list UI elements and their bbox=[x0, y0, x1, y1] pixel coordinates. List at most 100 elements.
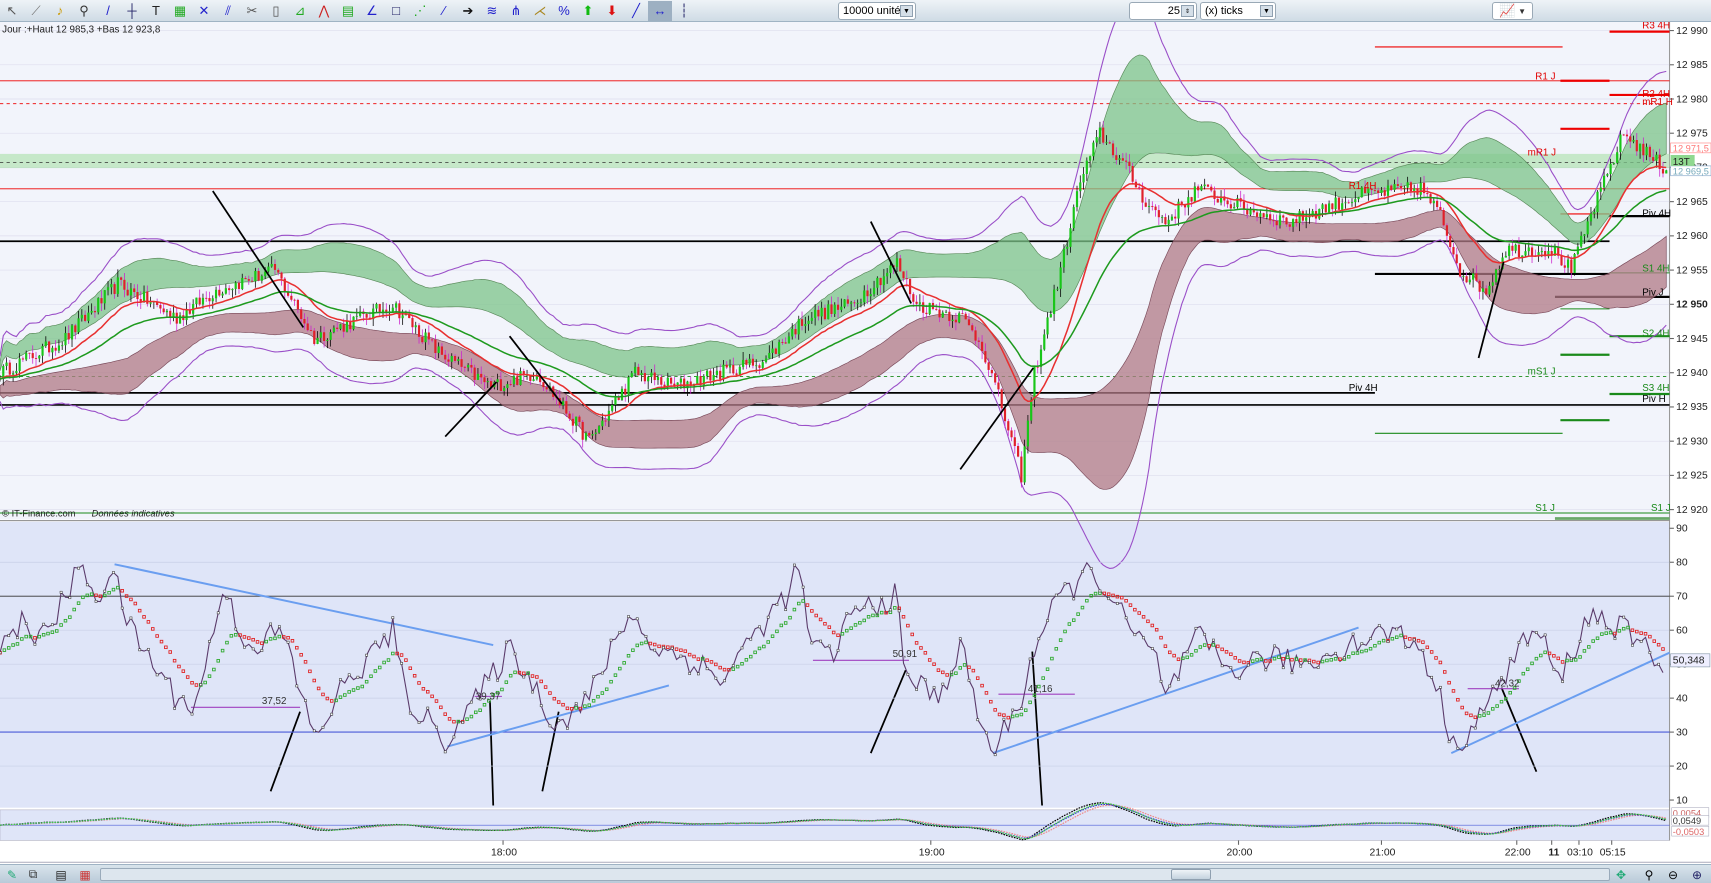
candle-body bbox=[1200, 186, 1203, 191]
candle-body bbox=[1016, 446, 1020, 457]
price-tick-label: 12 920 bbox=[1676, 505, 1708, 516]
candle-body bbox=[365, 314, 368, 318]
fibo-retracement-icon[interactable]: ⊿ bbox=[288, 1, 312, 21]
trash-icon[interactable]: ▯ bbox=[264, 1, 288, 21]
pitchfork-icon[interactable]: ⋔ bbox=[504, 1, 528, 21]
chevron-down-icon[interactable]: ▼ bbox=[1260, 5, 1273, 17]
ruler-icon[interactable]: ⟋ bbox=[24, 1, 48, 21]
candle-body bbox=[1075, 191, 1079, 208]
rsi-point bbox=[609, 638, 613, 642]
rsi-point bbox=[714, 676, 718, 680]
grid-icon[interactable]: ▦ bbox=[76, 867, 94, 882]
rsi-point bbox=[0, 651, 2, 655]
zoom-auto-icon[interactable]: ⚲ bbox=[1640, 867, 1658, 882]
horizontal-scrollbar[interactable] bbox=[100, 868, 1610, 881]
candle-body bbox=[643, 373, 646, 382]
angle-icon[interactable]: ∠ bbox=[360, 1, 384, 21]
candle-body bbox=[1164, 217, 1167, 225]
candle-body bbox=[1580, 235, 1583, 247]
candle-body bbox=[1197, 186, 1200, 191]
pointer-icon[interactable]: ↖ bbox=[0, 1, 24, 21]
spin-arrows-icon[interactable]: ⇕ bbox=[1181, 5, 1194, 17]
rsi-point bbox=[915, 688, 918, 691]
candle-body bbox=[93, 310, 97, 313]
ticks-spinner[interactable]: 25 ⇕ bbox=[1129, 2, 1197, 20]
candle-body bbox=[696, 376, 699, 384]
rsi-point bbox=[1482, 710, 1486, 713]
candle-body bbox=[1609, 163, 1612, 175]
macd-value-label: 0,0549 bbox=[1673, 816, 1701, 826]
rsi-point bbox=[1517, 641, 1521, 644]
percent-icon[interactable]: % bbox=[552, 1, 576, 21]
regression-icon[interactable]: ≋ bbox=[480, 1, 504, 21]
fan-icon[interactable]: ⋀ bbox=[312, 1, 336, 21]
chart-area[interactable]: R3 4HR1 JR2 4HmR1 HmR1 JR1 4HPiv 4HS1 4H… bbox=[0, 0, 1711, 883]
candle-body bbox=[499, 379, 502, 391]
rsi-point bbox=[923, 678, 927, 682]
edit-chart-icon[interactable]: ✎ bbox=[3, 867, 21, 882]
rsi-point bbox=[566, 726, 569, 730]
line-icon[interactable]: ╱ bbox=[624, 1, 648, 21]
trendline-icon[interactable]: / bbox=[96, 1, 120, 21]
rsi-point bbox=[880, 596, 884, 599]
zoom-icon[interactable]: ⚲ bbox=[72, 1, 96, 21]
candle-body bbox=[231, 288, 234, 291]
candle-body bbox=[601, 420, 604, 427]
candle-body bbox=[1288, 224, 1291, 227]
candle-body bbox=[247, 279, 250, 281]
chevron-down-icon[interactable]: ▼ bbox=[1518, 7, 1526, 16]
candle-body bbox=[1151, 206, 1154, 207]
rsi-point bbox=[1246, 663, 1250, 667]
candle-body bbox=[846, 299, 849, 304]
rsi-point bbox=[1561, 680, 1564, 683]
alert-bell-icon[interactable]: ♪ bbox=[48, 1, 72, 21]
chart-type-button[interactable]: 📈 ▼ bbox=[1492, 2, 1533, 20]
rsi-point bbox=[103, 589, 107, 593]
gann-fan-icon[interactable]: ⋰ bbox=[408, 1, 432, 21]
rectangle-icon[interactable]: □ bbox=[384, 1, 408, 21]
rsi-point bbox=[749, 637, 753, 641]
gann-angle-icon[interactable]: ⁄ bbox=[432, 1, 456, 21]
candle-body bbox=[496, 379, 499, 383]
parallel-lines-icon[interactable]: ⫽ bbox=[216, 1, 240, 21]
price-tick-label: 12 930 bbox=[1676, 436, 1708, 447]
scrollbar-thumb[interactable] bbox=[1171, 869, 1211, 880]
rsi-point bbox=[670, 646, 674, 650]
candle-body bbox=[712, 374, 715, 381]
units-select[interactable]: 10000 unités ▼ bbox=[838, 2, 916, 20]
fibonacci-icon[interactable]: ▦ bbox=[168, 1, 192, 21]
candle-body bbox=[61, 345, 64, 347]
zoom-in-icon[interactable]: ⊕ bbox=[1688, 867, 1706, 882]
channel-icon[interactable]: ▤ bbox=[336, 1, 360, 21]
chevron-down-icon[interactable]: ▼ bbox=[900, 5, 913, 17]
candle-body bbox=[211, 298, 214, 302]
rsi-point bbox=[356, 675, 360, 679]
candles-icon[interactable]: ⧉ bbox=[24, 867, 42, 882]
candle-body bbox=[1092, 142, 1095, 157]
candle-body bbox=[637, 366, 640, 376]
candle-body bbox=[905, 278, 908, 280]
buy-arrow-icon[interactable]: ⬆ bbox=[576, 1, 600, 21]
horizontal-line-icon[interactable]: ┼ bbox=[120, 1, 144, 21]
list-icon[interactable]: ▤ bbox=[52, 867, 70, 882]
vertical-line-icon[interactable]: ┆ bbox=[672, 1, 696, 21]
measure-icon[interactable]: ↔ bbox=[648, 0, 672, 21]
ticks-unit-select[interactable]: (x) ticks ▼ bbox=[1200, 2, 1276, 20]
arrow-right-icon[interactable]: ➔ bbox=[456, 1, 480, 21]
tools-icon[interactable]: ✂ bbox=[240, 1, 264, 21]
candle-body bbox=[1517, 244, 1521, 258]
speed-lines-icon[interactable]: ⋌ bbox=[528, 1, 552, 21]
candle-body bbox=[129, 288, 133, 296]
rsi-point bbox=[77, 566, 80, 570]
candle-body bbox=[401, 315, 404, 319]
bar-spacing-icon[interactable]: ✥ bbox=[1612, 867, 1630, 882]
cross-lines-icon[interactable]: ✕ bbox=[192, 1, 216, 21]
level-label: S1 J bbox=[1535, 503, 1555, 514]
rsi-point bbox=[225, 597, 229, 600]
candle-body bbox=[1426, 193, 1429, 195]
sell-arrow-icon[interactable]: ⬇ bbox=[600, 1, 624, 21]
units-value: 10000 unités bbox=[843, 5, 906, 17]
text-icon[interactable]: T bbox=[144, 1, 168, 21]
rsi-point bbox=[583, 691, 587, 695]
zoom-out-icon[interactable]: ⊖ bbox=[1664, 867, 1682, 882]
